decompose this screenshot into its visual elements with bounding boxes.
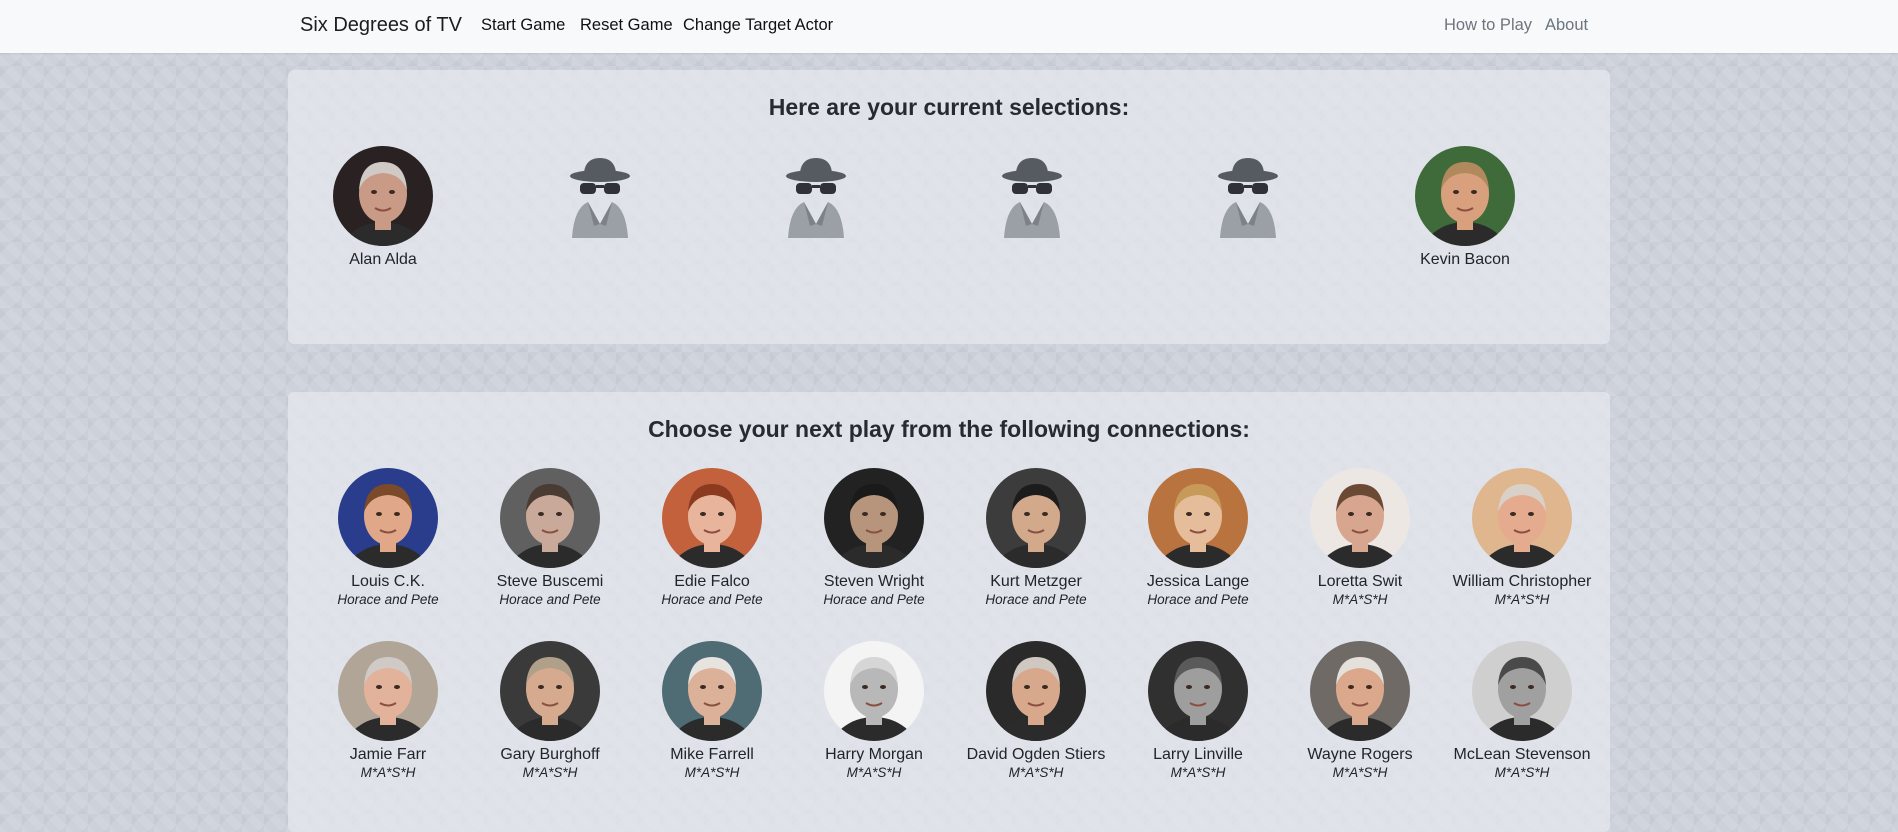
connection-card[interactable]: William Christopher M*A*S*H	[1447, 468, 1597, 607]
nav-reset-game[interactable]: Reset Game	[580, 16, 673, 35]
show-title: M*A*S*H	[1494, 592, 1550, 607]
incognito-icon	[550, 146, 650, 246]
show-title: M*A*S*H	[522, 765, 578, 780]
actor-avatar	[338, 641, 438, 741]
actor-name: Harry Morgan	[825, 746, 923, 763]
actor-avatar	[662, 641, 762, 741]
connection-card[interactable]: Louis C.K. Horace and Pete	[313, 468, 463, 607]
nav-about[interactable]: About	[1545, 16, 1588, 35]
current-selections-card: Here are your current selections: Alan A…	[288, 70, 1610, 344]
actor-avatar	[824, 468, 924, 568]
connection-card[interactable]: Steve Buscemi Horace and Pete	[475, 468, 625, 607]
show-title: Horace and Pete	[823, 592, 925, 607]
connection-card[interactable]: David Ogden Stiers M*A*S*H	[961, 641, 1111, 780]
connections-card: Choose your next play from the following…	[288, 392, 1610, 832]
actor-name: Jessica Lange	[1146, 573, 1250, 590]
connection-card[interactable]: Jessica Lange Horace and Pete	[1123, 468, 1273, 607]
connection-card[interactable]: Edie Falco Horace and Pete	[637, 468, 787, 607]
selections-heading: Here are your current selections:	[768, 94, 1130, 120]
connection-card[interactable]: Jamie Farr M*A*S*H	[313, 641, 463, 780]
nav-how-to-play[interactable]: How to Play	[1444, 16, 1532, 35]
show-title: Horace and Pete	[985, 592, 1087, 607]
show-title: Horace and Pete	[661, 592, 763, 607]
actor-avatar	[1472, 641, 1572, 741]
connection-card[interactable]: Harry Morgan M*A*S*H	[799, 641, 949, 780]
connection-card[interactable]: Gary Burghoff M*A*S*H	[475, 641, 625, 780]
show-title: M*A*S*H	[1008, 765, 1064, 780]
connection-card[interactable]: McLean Stevenson M*A*S*H	[1447, 641, 1597, 780]
actor-avatar	[500, 468, 600, 568]
actor-name: David Ogden Stiers	[966, 746, 1106, 763]
show-title: M*A*S*H	[360, 765, 416, 780]
connection-card[interactable]: Loretta Swit M*A*S*H	[1285, 468, 1435, 607]
empty-slot-2	[736, 146, 896, 246]
connection-card[interactable]: Steven Wright Horace and Pete	[799, 468, 949, 607]
target-actor-slot[interactable]: Kevin Bacon	[1385, 146, 1545, 268]
show-title: Horace and Pete	[337, 592, 439, 607]
empty-slot-1	[520, 146, 680, 246]
actor-avatar	[986, 641, 1086, 741]
actor-name: Wayne Rogers	[1307, 746, 1413, 763]
actor-avatar	[1148, 468, 1248, 568]
actor-name: William Christopher	[1452, 573, 1592, 590]
connection-card[interactable]: Mike Farrell M*A*S*H	[637, 641, 787, 780]
show-title: M*A*S*H	[1494, 765, 1550, 780]
empty-slot-4	[1168, 146, 1328, 246]
empty-slot-3	[952, 146, 1112, 246]
incognito-icon	[982, 146, 1082, 246]
nav-start-game[interactable]: Start Game	[481, 16, 565, 35]
actor-name: Steven Wright	[823, 573, 925, 590]
actor-avatar	[1310, 641, 1410, 741]
actor-name: Louis C.K.	[351, 573, 425, 590]
actor-avatar	[1415, 146, 1515, 246]
show-title: Horace and Pete	[499, 592, 601, 607]
incognito-icon	[766, 146, 866, 246]
connection-card[interactable]: Larry Linville M*A*S*H	[1123, 641, 1273, 780]
actor-name: Kevin Bacon	[1420, 251, 1510, 268]
incognito-icon	[1198, 146, 1298, 246]
actor-avatar	[824, 641, 924, 741]
actor-name: Gary Burghoff	[500, 746, 600, 763]
connections-heading: Choose your next play from the following…	[648, 416, 1250, 442]
actor-name: Alan Alda	[349, 251, 417, 268]
start-actor-slot[interactable]: Alan Alda	[303, 146, 463, 268]
actor-name: Jamie Farr	[349, 746, 427, 763]
actor-avatar	[333, 146, 433, 246]
top-navbar: Six Degrees of TV Start Game Reset Game …	[0, 0, 1898, 53]
actor-avatar	[1148, 641, 1248, 741]
actor-name: Steve Buscemi	[496, 573, 604, 590]
actor-avatar	[986, 468, 1086, 568]
actor-avatar	[500, 641, 600, 741]
actor-name: Edie Falco	[674, 573, 750, 590]
actor-name: Mike Farrell	[670, 746, 754, 763]
actor-name: Kurt Metzger	[990, 573, 1082, 590]
show-title: M*A*S*H	[1332, 592, 1388, 607]
actor-avatar	[1310, 468, 1410, 568]
connection-card[interactable]: Wayne Rogers M*A*S*H	[1285, 641, 1435, 780]
actor-avatar	[662, 468, 762, 568]
actor-avatar	[338, 468, 438, 568]
actor-name: Larry Linville	[1153, 746, 1243, 763]
nav-change-target-actor[interactable]: Change Target Actor	[683, 16, 833, 35]
actor-name: Loretta Swit	[1317, 573, 1403, 590]
connection-card[interactable]: Kurt Metzger Horace and Pete	[961, 468, 1111, 607]
show-title: M*A*S*H	[1332, 765, 1388, 780]
actor-avatar	[1472, 468, 1572, 568]
show-title: Horace and Pete	[1147, 592, 1249, 607]
brand-title[interactable]: Six Degrees of TV	[300, 14, 462, 37]
actor-name: McLean Stevenson	[1453, 746, 1591, 763]
show-title: M*A*S*H	[1170, 765, 1226, 780]
show-title: M*A*S*H	[846, 765, 902, 780]
show-title: M*A*S*H	[684, 765, 740, 780]
